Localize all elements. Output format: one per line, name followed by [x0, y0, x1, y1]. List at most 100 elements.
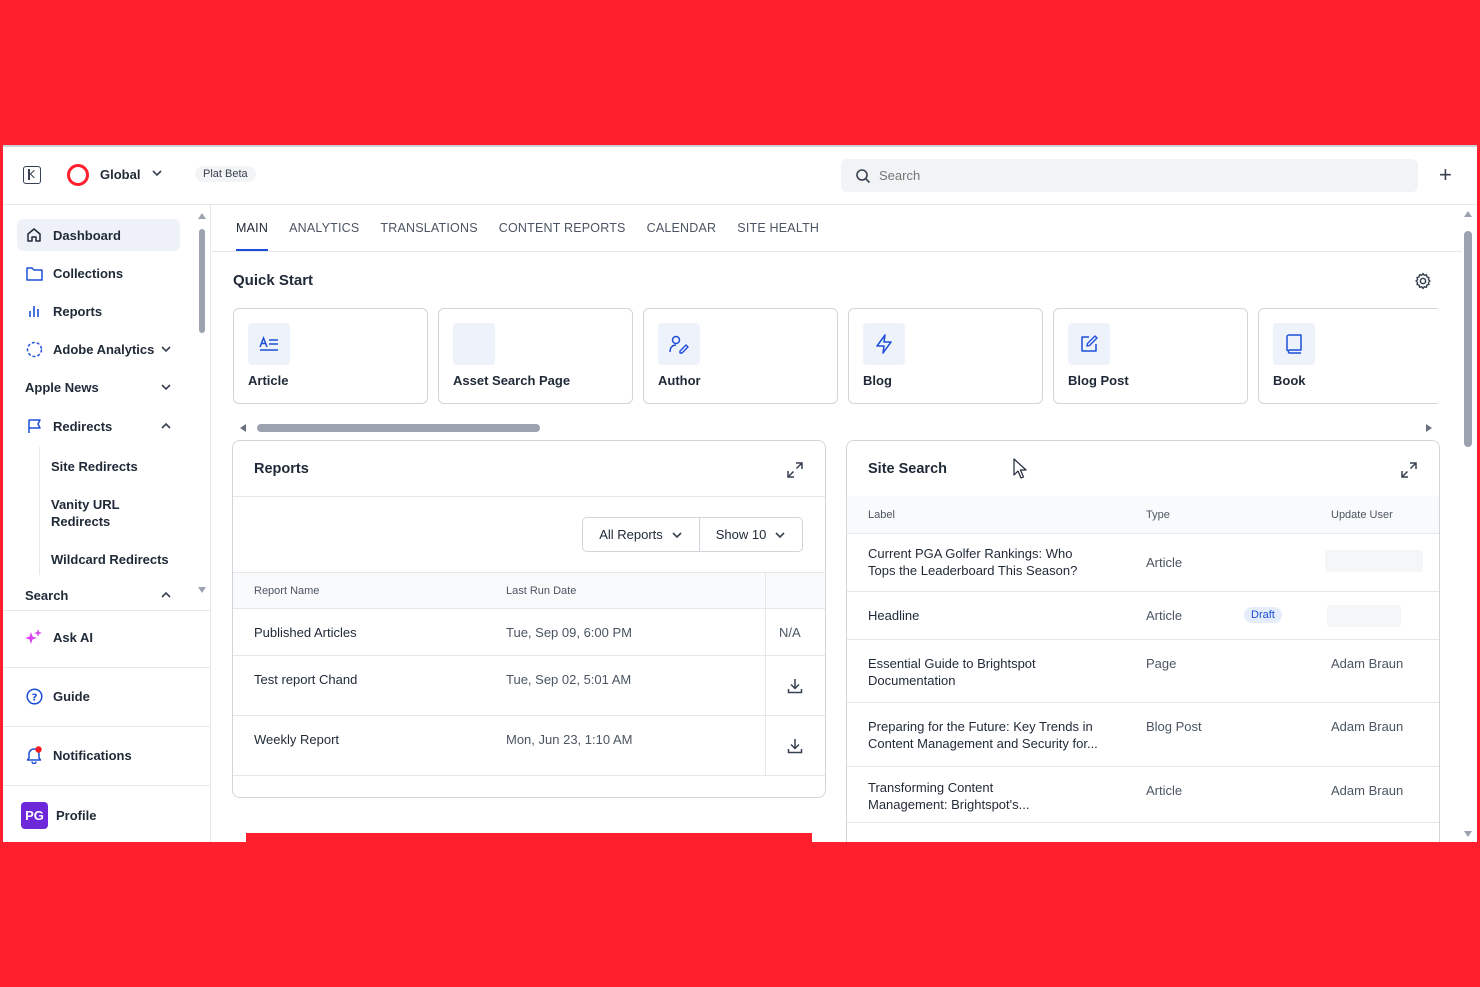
scroll-down-arrow[interactable] [198, 587, 206, 593]
chevron-up-icon[interactable] [160, 420, 172, 432]
sidebar-item-reports[interactable]: Reports [17, 295, 180, 327]
bell-icon [25, 746, 43, 764]
scroll-down-arrow[interactable] [1464, 831, 1472, 837]
sidebar-item-redirects[interactable]: Redirects [17, 410, 180, 442]
tab-analytics[interactable]: ANALYTICS [289, 221, 359, 251]
update-user: Adam Braun [1331, 783, 1404, 798]
card-label: Asset Search Page [453, 373, 571, 388]
content-label[interactable]: Current PGA Golfer Rankings: Who Tops th… [868, 545, 1077, 579]
subitem-label-line1: Vanity URL [51, 497, 120, 512]
folder-icon [25, 264, 43, 282]
chevron-down-icon[interactable] [160, 343, 172, 355]
report-name[interactable]: Test report Chand [254, 671, 357, 688]
table-row[interactable]: Test report Chand Tue, Sep 02, 5:01 AM [233, 656, 825, 716]
gear-icon[interactable] [1414, 272, 1432, 290]
sidebar-item-guide[interactable]: ? Guide [17, 680, 180, 712]
sidebar-subitem-wildcard-redirects[interactable]: Wildcard Redirects [51, 551, 169, 568]
tab-translations[interactable]: TRANSLATIONS [380, 221, 477, 251]
table-row[interactable]: Weekly Report Mon, Jun 23, 1:10 AM [233, 716, 825, 776]
column-header-last-run-date: Last Run Date [506, 585, 577, 597]
all-reports-dropdown[interactable]: All Reports [583, 518, 700, 551]
search-box[interactable] [841, 159, 1418, 192]
sidebar-scroll-thumb[interactable] [199, 229, 205, 333]
sidebar-divider [3, 610, 210, 611]
search-input[interactable] [879, 168, 1386, 183]
download-icon[interactable] [787, 738, 803, 754]
sidebar-item-label: Collections [53, 265, 124, 281]
chevron-down-icon[interactable] [151, 167, 163, 179]
table-row[interactable]: Essential Guide to Brightspot Documentat… [847, 640, 1439, 703]
quick-start-card-author[interactable]: Author [643, 308, 838, 404]
add-button[interactable]: + [1439, 164, 1452, 186]
quick-start-card-asset-search-page[interactable]: Asset Search Page [438, 308, 633, 404]
sidebar-item-dashboard[interactable]: Dashboard [17, 219, 180, 251]
report-name[interactable]: Weekly Report [254, 731, 339, 748]
sidebar-item-profile[interactable]: Profile [56, 808, 96, 823]
column-header-report-name: Report Name [254, 585, 320, 597]
sidebar-item-collections[interactable]: Collections [17, 257, 180, 289]
content-label[interactable]: Transforming Content Management: Brights… [868, 779, 1029, 813]
quick-start-scrollbar[interactable] [240, 423, 1432, 433]
expand-icon[interactable] [1400, 461, 1418, 479]
sidebar-item-search[interactable]: Search [17, 579, 180, 611]
sidebar-scrollbar[interactable] [197, 213, 207, 593]
mouse-cursor-icon [1013, 458, 1027, 479]
sidebar-item-label: Adobe Analytics [53, 341, 155, 357]
scroll-left-arrow[interactable] [240, 424, 246, 432]
table-row[interactable]: Preparing for the Future: Key Trends in … [847, 703, 1439, 767]
user-edit-icon [658, 323, 700, 365]
main-scrollbar[interactable] [1463, 211, 1473, 837]
table-row[interactable]: Current PGA Golfer Rankings: Who Tops th… [847, 534, 1439, 592]
sidebar-item-label: Dashboard [53, 227, 121, 243]
sidebar-toggle-icon[interactable] [23, 166, 41, 184]
update-user: Adam Braun [1331, 656, 1404, 671]
scroll-right-arrow[interactable] [1426, 424, 1432, 432]
expand-icon[interactable] [786, 461, 804, 479]
content-type: Article [1146, 608, 1183, 623]
tab-content-reports[interactable]: CONTENT REPORTS [499, 221, 626, 251]
sidebar-item-adobe-analytics[interactable]: Adobe Analytics [17, 333, 180, 365]
quick-start-title: Quick Start [233, 272, 314, 289]
show-count-dropdown[interactable]: Show 10 [700, 518, 802, 551]
quick-start-cards: Article Asset Search Page Author Blog Bl… [233, 308, 1438, 406]
blank-icon [453, 323, 495, 365]
content-label[interactable]: Headline [868, 607, 919, 624]
chevron-up-icon[interactable] [160, 589, 172, 601]
table-row[interactable]: Transforming Content Management: Brights… [847, 767, 1439, 823]
sidebar-item-notifications[interactable]: Notifications [17, 739, 180, 771]
quick-start-card-article[interactable]: Article [233, 308, 428, 404]
main-scroll-thumb[interactable] [1464, 231, 1472, 447]
download-icon[interactable] [787, 678, 803, 694]
content-label[interactable]: Essential Guide to Brightspot Documentat… [868, 655, 1036, 689]
quick-start-card-blog-post[interactable]: Blog Post [1053, 308, 1248, 404]
dropdown-label: All Reports [599, 527, 663, 542]
avatar[interactable]: PG [21, 802, 48, 829]
scroll-up-arrow[interactable] [198, 213, 206, 219]
site-search-title: Site Search [868, 461, 947, 477]
submenu-guide-line [39, 447, 40, 575]
tab-site-health[interactable]: SITE HEALTH [737, 221, 819, 251]
sidebar-item-label: Ask AI [53, 629, 93, 645]
tab-main[interactable]: MAIN [236, 221, 269, 251]
report-name[interactable]: Published Articles [254, 624, 357, 641]
label-line1: Essential Guide to Brightspot [868, 656, 1036, 671]
sidebar-item-ask-ai[interactable]: Ask AI [17, 621, 180, 653]
sidebar-subitem-vanity-url-redirects[interactable]: Vanity URL Redirects [51, 496, 120, 530]
sidebar-subitem-site-redirects[interactable]: Site Redirects [51, 458, 138, 475]
sidebar-item-apple-news[interactable]: Apple News [17, 371, 180, 403]
table-row[interactable]: Published Articles Tue, Sep 09, 6:00 PM … [233, 609, 825, 656]
content-label[interactable]: Preparing for the Future: Key Trends in … [868, 718, 1098, 752]
quick-start-card-book[interactable]: Book [1258, 308, 1438, 404]
brand-logo [67, 164, 89, 186]
sidebar-item-label: Reports [53, 303, 103, 319]
quick-start-scroll-thumb[interactable] [257, 424, 540, 432]
label-line2: Documentation [868, 673, 956, 688]
quick-start-card-blog[interactable]: Blog [848, 308, 1043, 404]
chevron-down-icon[interactable] [160, 381, 172, 393]
scroll-up-arrow[interactable] [1464, 211, 1472, 217]
table-row[interactable]: Headline Article Draft [847, 592, 1439, 640]
reports-filter-group: All Reports Show 10 [582, 517, 803, 552]
site-selector-label[interactable]: Global [100, 167, 140, 182]
site-search-table-header: Label Type Update User [847, 496, 1439, 534]
tab-calendar[interactable]: CALENDAR [647, 221, 717, 251]
